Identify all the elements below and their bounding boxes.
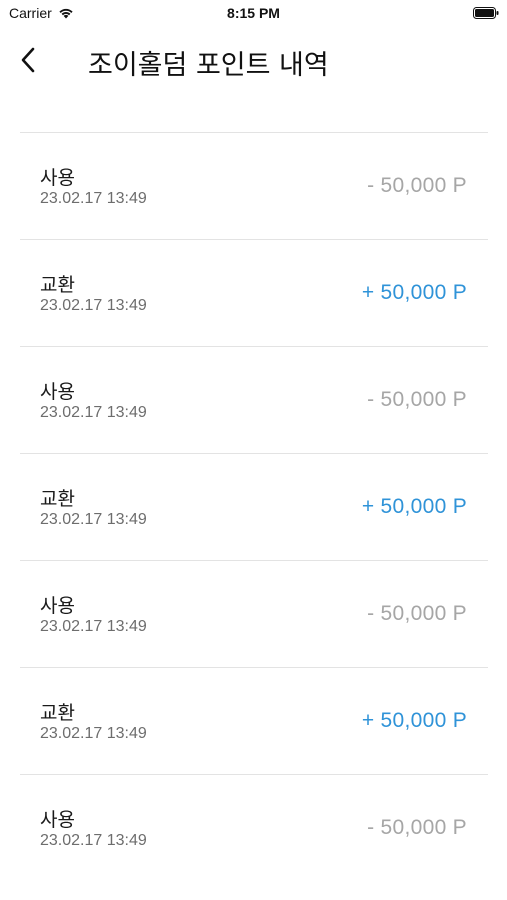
transaction-date: 23.02.17 13:49: [40, 190, 147, 207]
transaction-type: 사용: [40, 381, 75, 403]
transaction-row[interactable]: 교환 23.02.17 13:49 + 50,000 P: [20, 454, 488, 561]
transaction-row[interactable]: 사용 23.02.17 13:49 - 50,000 P: [20, 775, 488, 881]
transaction-type: 교환: [40, 702, 75, 724]
status-time: 8:15 PM: [227, 5, 280, 21]
transaction-amount: + 50,000 P: [361, 709, 467, 732]
transaction-row[interactable]: 사용 23.02.17 13:49 - 50,000 P: [20, 561, 488, 668]
transaction-date: 23.02.17 13:49: [40, 511, 147, 528]
page-title: 조이홀덤 포인트 내역: [88, 50, 329, 81]
transaction-date: 23.02.17 13:49: [40, 832, 147, 849]
navigation-bar: 조이홀덤 포인트 내역: [0, 34, 507, 86]
transaction-row[interactable]: 교환 23.02.17 13:49 + 50,000 P: [20, 240, 488, 347]
transaction-amount: - 50,000 P: [367, 388, 467, 411]
transaction-row[interactable]: 교환 23.02.17 13:49 + 50,000 P: [20, 668, 488, 775]
transaction-amount: + 50,000 P: [361, 281, 467, 304]
back-button[interactable]: [12, 42, 44, 78]
transaction-amount: - 50,000 P: [367, 602, 467, 625]
transaction-amount: - 50,000 P: [367, 816, 467, 839]
transaction-date: 23.02.17 13:49: [40, 404, 147, 421]
transaction-type: 사용: [40, 809, 75, 831]
transaction-amount: - 50,000 P: [367, 174, 467, 197]
transaction-type: 교환: [40, 488, 75, 510]
transaction-type: 교환: [40, 274, 75, 296]
transaction-date: 23.02.17 13:49: [40, 725, 147, 742]
transaction-list: 사용 23.02.17 13:49- 50,000 P 교환 23.02.17 13:…: [20, 132, 488, 881]
transaction-row[interactable]: 사용 23.02.17 13:49 - 50,000 P: [20, 133, 488, 240]
transaction-amount: + 50,000 P: [361, 495, 467, 518]
status-bar: Carrier 8:15 PM: [0, 0, 507, 28]
transaction-date: 23.02.17 13:49: [40, 618, 147, 635]
transaction-date: 23.02.17 13:49: [40, 297, 147, 314]
chevron-left-icon: [21, 47, 35, 73]
transaction-type: 사용: [40, 167, 75, 189]
transaction-row[interactable]: 사용 23.02.17 13:49 - 50,000 P: [20, 347, 488, 454]
battery-icon: [473, 7, 499, 19]
transaction-type: 사용: [40, 595, 75, 617]
